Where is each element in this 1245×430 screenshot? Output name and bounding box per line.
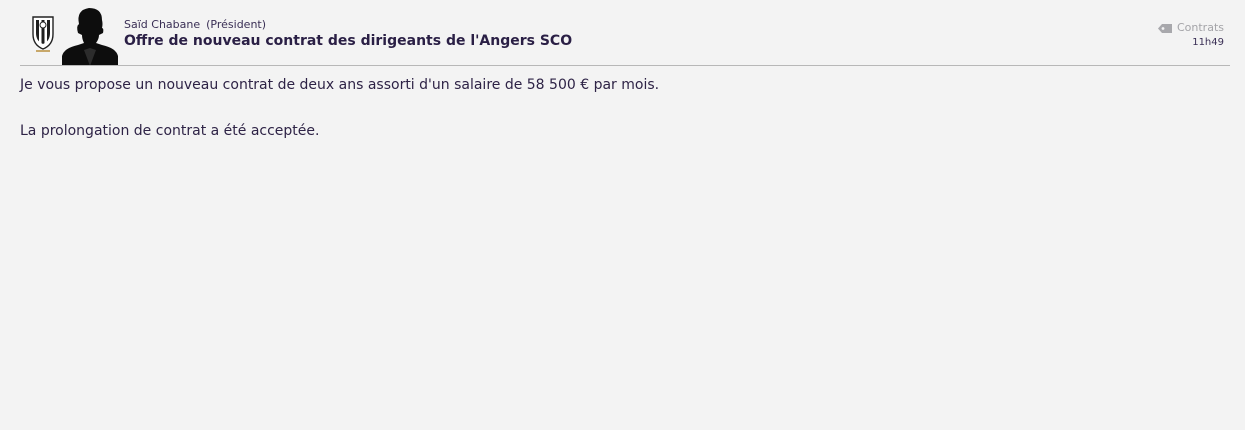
tag-icon: [1157, 23, 1172, 33]
message-header: Saïd Chabane (Président) Offre de nouveau…: [0, 0, 1245, 66]
angers-sco-badge-icon[interactable]: [30, 14, 56, 54]
sender: Saïd Chabane (Président): [124, 18, 266, 31]
sender-role: (Président): [206, 18, 267, 31]
message-subject: Offre de nouveau contrat des dirigeants …: [124, 33, 573, 49]
silhouette-avatar-icon[interactable]: [62, 6, 118, 66]
category-label[interactable]: Contrats: [1157, 21, 1224, 34]
header-divider: [20, 65, 1230, 66]
message-paragraph: Je vous propose un nouveau contrat de de…: [20, 77, 660, 93]
message-time: 11h49: [1192, 37, 1224, 48]
category-text: Contrats: [1176, 21, 1224, 34]
message-paragraph: La prolongation de contrat a été accepté…: [20, 123, 320, 139]
sender-name[interactable]: Saïd Chabane: [124, 18, 200, 31]
